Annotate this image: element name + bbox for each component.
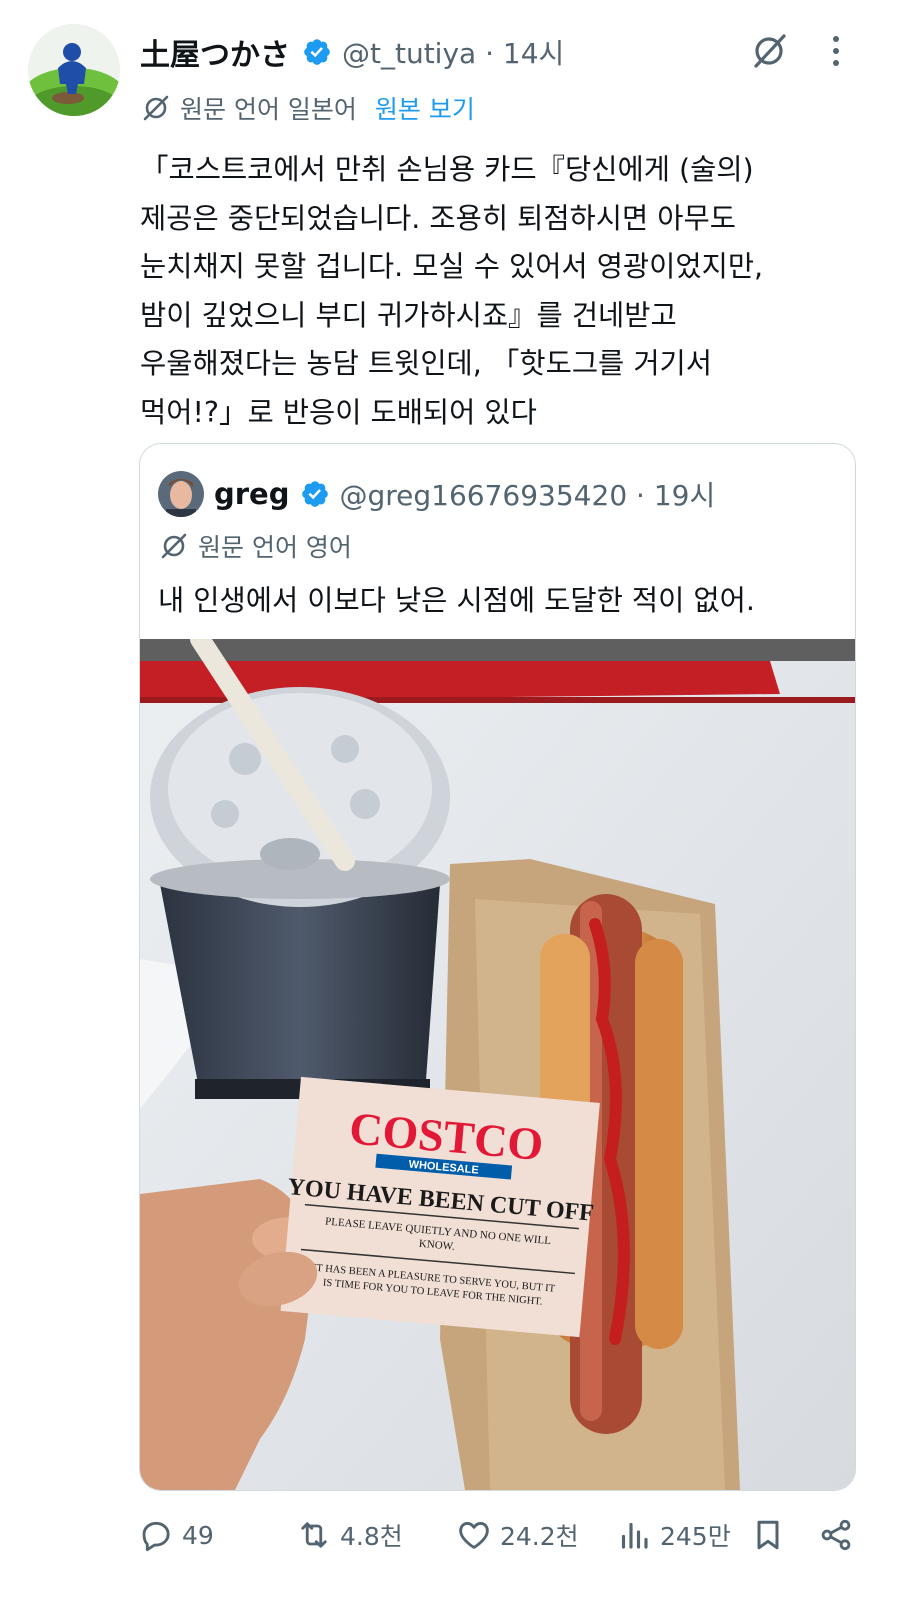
translation-row: 원문 언어 일본어 원본 보기 [140, 88, 475, 128]
tweet-actions: 49 4.8천 24.2천 245만 [138, 1512, 858, 1558]
tweet-header: 土屋つかさ @t_tutiya · 14시 [140, 26, 564, 78]
tweet-text-line: 밤이 깊었으니 부디 귀가하시죠』를 건네받고 [140, 298, 677, 332]
translate-slash-icon [143, 95, 169, 121]
tweet-text: 「코스트코에서 만취 손님용 카드『당신에게 (술의) 제공은 중단되었습니다.… [140, 146, 860, 437]
author-name[interactable]: 土屋つかさ [140, 30, 290, 74]
views-chart-icon [621, 1522, 648, 1549]
heart-icon [459, 1522, 489, 1549]
view-count: 245만 [660, 1522, 731, 1551]
like-button[interactable]: 24.2천 [456, 1512, 579, 1558]
verified-badge-icon [301, 481, 328, 507]
quoted-author-handle-time[interactable]: @greg16676935420 · 19시 [340, 474, 716, 514]
author-handle-time[interactable]: @t_tutiya · 14시 [342, 32, 564, 72]
tweet-text-line: 우울해졌다는 농담 트윗인데, 「핫도그를 거기서 [140, 347, 712, 380]
quoted-tweet-text: 내 인생에서 이보다 낮은 시점에 도달한 적이 없어. [158, 584, 755, 617]
view-original-link[interactable]: 원본 보기 [375, 90, 475, 126]
like-count: 24.2천 [500, 1522, 579, 1551]
translation-label: 원문 언어 일본어 [180, 95, 357, 124]
tweet-text-line: 「코스트코에서 만취 손님용 카드『당신에게 (술의) [140, 153, 754, 186]
grok-icon[interactable] [748, 30, 790, 72]
quoted-tweet-card[interactable]: greg @greg16676935420 · 19시 원문 언어 영어 내 인… [139, 443, 856, 1491]
repost-button[interactable]: 4.8천 [296, 1512, 403, 1558]
share-icon [821, 1519, 851, 1551]
reply-icon [142, 1521, 170, 1552]
tweet-text-line: 눈치채지 못할 겁니다. 모실 수 있어서 영광이었지만, [140, 250, 764, 283]
bookmark-icon [757, 1520, 779, 1550]
reply-button[interactable]: 49 [138, 1512, 214, 1558]
author-avatar[interactable] [28, 24, 120, 116]
quoted-tweet-header: greg @greg16676935420 · 19시 [158, 470, 715, 518]
quoted-tweet-photo[interactable]: COSTCO WHOLESALE YOU HAVE BEEN CUT OFF P… [140, 639, 855, 1490]
repost-icon [301, 1522, 327, 1548]
quoted-translation-label: 원문 언어 영어 [198, 533, 352, 562]
quoted-translation-row: 원문 언어 영어 [158, 526, 352, 566]
bookmark-button[interactable] [750, 1512, 786, 1558]
quoted-author-avatar [158, 471, 204, 517]
views-button[interactable]: 245만 [616, 1512, 731, 1558]
more-vertical-icon[interactable] [818, 30, 854, 72]
reply-count: 49 [182, 1520, 214, 1550]
translate-slash-icon [161, 533, 187, 559]
quoted-author-name[interactable]: greg [214, 477, 290, 511]
tweet-text-line: 먹어!?」로 반응이 도배되어 있다 [140, 395, 537, 429]
verified-badge-icon [304, 39, 330, 65]
tweet-text-line: 제공은 중단되었습니다. 조용히 퇴점하시면 아무도 [140, 201, 736, 235]
repost-count: 4.8천 [340, 1522, 403, 1551]
share-button[interactable] [818, 1512, 854, 1558]
